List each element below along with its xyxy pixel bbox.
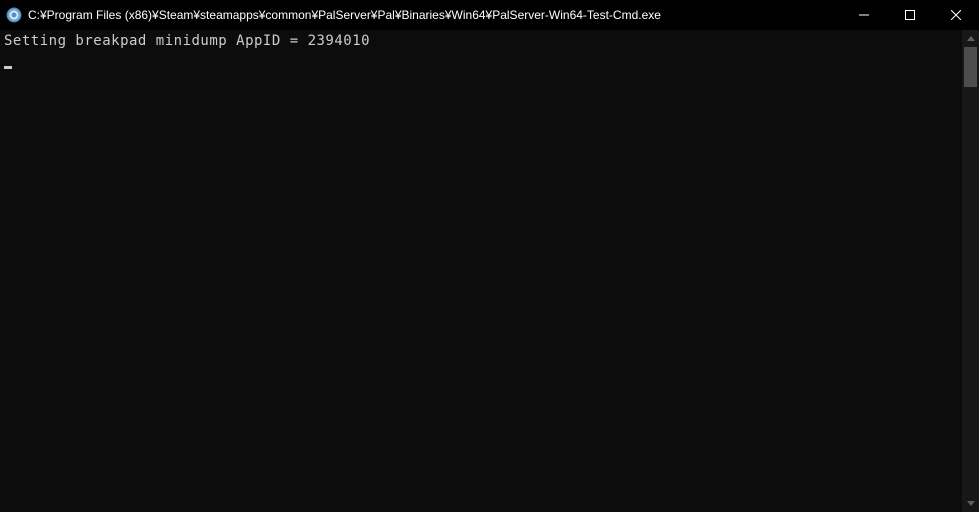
- scroll-track[interactable]: [962, 47, 979, 495]
- title-bar: C:¥Program Files (x86)¥Steam¥steamapps¥c…: [0, 0, 979, 30]
- scroll-down-button[interactable]: [962, 495, 979, 512]
- cursor-icon: [4, 66, 12, 69]
- vertical-scrollbar[interactable]: [962, 30, 979, 512]
- window-title: C:¥Program Files (x86)¥Steam¥steamapps¥c…: [28, 8, 661, 22]
- scroll-up-button[interactable]: [962, 30, 979, 47]
- console-line: Setting breakpad minidump AppID = 239401…: [4, 32, 958, 52]
- minimize-button[interactable]: [841, 0, 887, 30]
- console-area: Setting breakpad minidump AppID = 239401…: [0, 30, 979, 512]
- scroll-thumb[interactable]: [964, 47, 977, 87]
- title-left: C:¥Program Files (x86)¥Steam¥steamapps¥c…: [0, 7, 841, 23]
- window-controls: [841, 0, 979, 30]
- maximize-button[interactable]: [887, 0, 933, 30]
- close-button[interactable]: [933, 0, 979, 30]
- app-icon: [6, 7, 22, 23]
- console-content[interactable]: Setting breakpad minidump AppID = 239401…: [0, 30, 962, 512]
